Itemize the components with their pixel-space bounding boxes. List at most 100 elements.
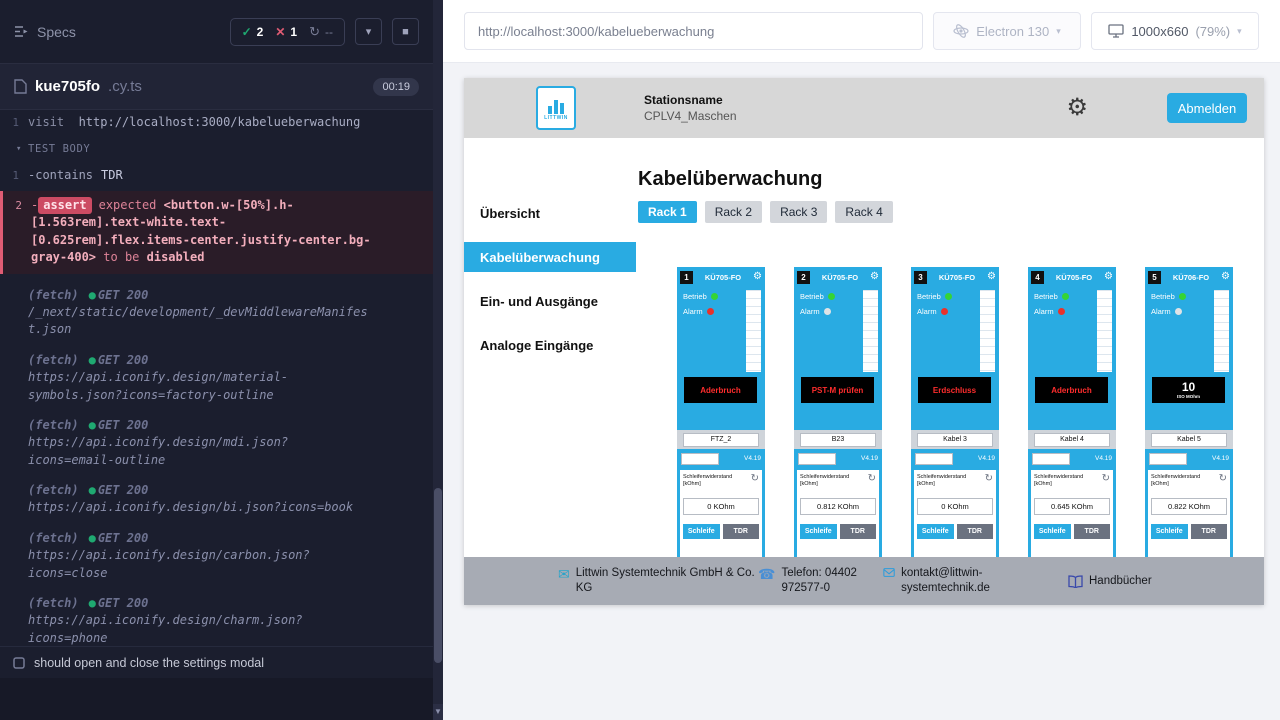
chevron-down-icon: ▾ — [16, 143, 22, 156]
status-button[interactable]: Erdschluss — [918, 377, 991, 403]
log-assert-failed[interactable]: 2 -assertexpected <button.w-[50%].h-[1.5… — [0, 191, 433, 274]
mini-field — [681, 453, 719, 465]
scrollbar-down-arrow[interactable]: ▼ — [433, 704, 443, 720]
refresh-icon[interactable]: ↻ — [985, 474, 993, 484]
logout-button[interactable]: Abmelden — [1167, 93, 1247, 123]
cable-label-field[interactable]: FTZ_2 — [683, 433, 759, 447]
refresh-icon[interactable]: ↻ — [868, 474, 876, 484]
tab-rack-2[interactable]: Rack 2 — [705, 201, 762, 223]
tab-rack-3[interactable]: Rack 3 — [770, 201, 827, 223]
gear-icon[interactable]: ⚙ — [753, 272, 762, 282]
test-body-section-toggle[interactable]: ▾ TEST BODY — [0, 133, 433, 164]
sidebar-item-kabelueberwachung[interactable]: Kabelüberwachung — [464, 242, 636, 272]
card-number: 2 — [797, 271, 810, 284]
firmware-version: V4.19 — [744, 455, 761, 462]
fetch-label: (fetch) — [28, 288, 79, 302]
label-band: B23 — [794, 430, 882, 449]
assert-badge: assert — [38, 197, 91, 214]
log-fetch-entry[interactable]: (fetch)●GET 200 https://api.iconify.desi… — [0, 595, 433, 646]
tab-rack-1[interactable]: Rack 1 — [638, 201, 697, 223]
log-fetch-entry[interactable]: (fetch)●GET 200 https://api.iconify.desi… — [0, 352, 433, 404]
fetch-url: https://api.iconify.design/material-symb… — [28, 369, 372, 404]
runner-header: Specs ✓2 ✕1 ↻-- ▾ ■ — [0, 0, 433, 64]
status-button[interactable]: Aderbruch — [1035, 377, 1108, 403]
schleife-button[interactable]: Schleife — [1034, 524, 1071, 539]
app-footer: ✉ Littwin Systemtechnik GmbH & Co. KG ☎ … — [464, 557, 1264, 605]
settings-gear-icon[interactable]: ⚙ — [1066, 96, 1088, 120]
refresh-icon[interactable]: ↻ — [1219, 474, 1227, 484]
spec-extension: .cy.ts — [108, 78, 142, 95]
viewport-selector[interactable]: 1000x660 (79%) ▾ — [1091, 12, 1259, 50]
url-bar[interactable]: http://localhost:3000/kabelueberwachung — [464, 12, 923, 50]
log-fetch-entry[interactable]: (fetch)●GET 200 https://api.iconify.desi… — [0, 482, 433, 517]
cable-label-field[interactable]: Kabel 5 — [1151, 433, 1227, 447]
cable-label-field[interactable]: Kabel 4 — [1034, 433, 1110, 447]
browser-selector[interactable]: Electron 130 ▾ — [933, 12, 1081, 50]
sidebar-item-ein-und-ausgaenge[interactable]: Ein- und Ausgänge — [464, 286, 636, 316]
tdr-button[interactable]: TDR — [840, 524, 877, 539]
gear-icon[interactable]: ⚙ — [987, 272, 996, 282]
command-number: 1 — [0, 114, 28, 131]
status-button[interactable]: 10 ISO MOhm — [1152, 377, 1225, 403]
gear-icon[interactable]: ⚙ — [870, 272, 879, 282]
tdr-button[interactable]: TDR — [1191, 524, 1228, 539]
label-band: Kabel 4 — [1028, 430, 1116, 449]
log-fetch-entry[interactable]: (fetch)●GET 200 https://api.iconify.desi… — [0, 417, 433, 469]
schleife-button[interactable]: Schleife — [683, 524, 720, 539]
footer-email[interactable]: kontakt@littwin-systemtechnik.de — [883, 566, 1048, 596]
station-label: Stationsname — [644, 93, 737, 107]
tdr-button[interactable]: TDR — [723, 524, 760, 539]
electron-icon — [953, 23, 969, 39]
cable-label-field[interactable]: Kabel 3 — [917, 433, 993, 447]
footer-manuals[interactable]: Handbücher — [1068, 574, 1152, 589]
spec-name[interactable]: kue705fo — [35, 78, 100, 95]
next-test-row[interactable]: should open and close the settings modal — [0, 646, 433, 678]
visit-url: http://localhost:3000/kabelueberwachung — [79, 115, 361, 129]
mini-field — [1032, 453, 1070, 465]
stop-tests-button[interactable]: ■ — [392, 18, 419, 45]
device-card: 5 KÜ706-FO ⚙ Betrieb Alarm 10 ISO MOhm K… — [1145, 267, 1233, 597]
resistance-value: 0 KOhm — [683, 498, 759, 515]
gear-icon[interactable]: ⚙ — [1221, 272, 1230, 282]
schleife-button[interactable]: Schleife — [1151, 524, 1188, 539]
log-contains-command[interactable]: 1 -containsTDR — [0, 165, 433, 186]
collapse-runner-button[interactable]: ▾ — [355, 18, 382, 45]
station-name: CPLV4_Maschen — [644, 109, 737, 123]
status-button[interactable]: Aderbruch — [684, 377, 757, 403]
resistance-value: 0 KOhm — [917, 498, 993, 515]
tdr-button[interactable]: TDR — [957, 524, 994, 539]
log-fetch-entry[interactable]: (fetch)●GET 200 /_next/static/developmen… — [0, 287, 433, 339]
measurement-title: Schleifenwiderstand [kOhm] — [1151, 474, 1207, 488]
command-log[interactable]: 1 visit http://localhost:3000/kabelueber… — [0, 112, 433, 646]
scrollbar-thumb[interactable] — [434, 488, 442, 663]
dash: - — [31, 198, 38, 212]
refresh-icon[interactable]: ↻ — [751, 474, 759, 484]
refresh-icon[interactable]: ↻ — [1102, 474, 1110, 484]
specs-menu-button[interactable]: Specs — [14, 24, 76, 40]
gear-icon[interactable]: ⚙ — [1104, 272, 1113, 282]
fetch-url: /_next/static/development/_devMiddleware… — [28, 304, 372, 339]
fetch-url: https://api.iconify.design/bi.json?icons… — [28, 499, 372, 516]
meter-strip — [746, 290, 761, 372]
schleife-button[interactable]: Schleife — [800, 524, 837, 539]
footer-company: ✉ Littwin Systemtechnik GmbH & Co. KG — [558, 566, 758, 596]
log-fetch-entry[interactable]: (fetch)●GET 200 https://api.iconify.desi… — [0, 530, 433, 582]
runner-scrollbar[interactable]: ▼ — [433, 0, 443, 720]
logo-text: LITTWIN — [544, 115, 568, 121]
sidebar-item-uebersicht[interactable]: Übersicht — [464, 198, 636, 228]
sidebar-item-analoge-eingaenge[interactable]: Analoge Eingänge — [464, 330, 636, 360]
log-visit-command[interactable]: 1 visit http://localhost:3000/kabelueber… — [0, 112, 433, 133]
status-dot-icon: ● — [89, 418, 96, 432]
fetch-label: (fetch) — [28, 353, 79, 367]
version-row: V4.19 — [794, 451, 882, 466]
footer-manuals-text: Handbücher — [1089, 574, 1152, 589]
status-button[interactable]: PST-M prüfen — [801, 377, 874, 403]
led-green-icon — [1179, 293, 1186, 300]
card-model: KÜ706-FO — [1164, 273, 1218, 282]
tdr-button[interactable]: TDR — [1074, 524, 1111, 539]
cable-label-field[interactable]: B23 — [800, 433, 876, 447]
test-stats: ✓2 ✕1 ↻-- — [230, 18, 345, 46]
tab-rack-4[interactable]: Rack 4 — [835, 201, 892, 223]
schleife-button[interactable]: Schleife — [917, 524, 954, 539]
url-text: http://localhost:3000/kabelueberwachung — [478, 24, 714, 39]
